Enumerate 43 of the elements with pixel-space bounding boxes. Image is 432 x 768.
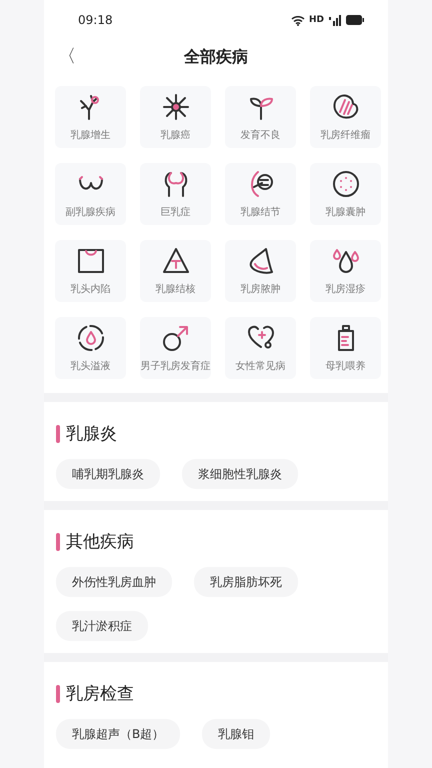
topic-chip[interactable]: 乳汁淤积症 xyxy=(56,611,148,641)
disease-tile[interactable]: 乳房脓肿 xyxy=(225,240,296,302)
drop-ring-icon xyxy=(76,323,106,353)
wifi-icon xyxy=(290,14,305,26)
status-time: 09:18 xyxy=(78,13,113,27)
section-title: 乳房检查 xyxy=(66,683,134,705)
disease-tile[interactable]: 乳头内陷 xyxy=(55,240,126,302)
section-title: 乳腺炎 xyxy=(66,423,117,445)
page-title: 全部疾病 xyxy=(184,46,248,68)
topic-chip[interactable]: 乳腺钼 xyxy=(202,719,270,749)
disease-tile[interactable]: 乳腺癌 xyxy=(140,86,211,148)
drops-icon xyxy=(330,246,360,276)
disease-tile[interactable]: 男子乳房发育症 xyxy=(140,317,211,379)
disease-tile[interactable]: 女性常见病 xyxy=(225,317,296,379)
disease-tile[interactable]: 乳腺结核 xyxy=(140,240,211,302)
topic-chip[interactable]: 乳腺超声（B超） xyxy=(56,719,180,749)
frame-icon xyxy=(76,246,106,276)
accent-bar xyxy=(56,684,60,702)
disease-tile[interactable]: 乳腺囊肿 xyxy=(310,163,381,225)
disease-tile[interactable]: 乳腺增生 xyxy=(55,86,126,148)
network-label: HD xyxy=(308,15,324,25)
cyst-icon xyxy=(330,169,360,199)
disease-tile[interactable]: 副乳腺疾病 xyxy=(55,163,126,225)
disease-tile[interactable]: 乳房湿疹 xyxy=(310,240,381,302)
disease-tile[interactable]: 乳头溢液 xyxy=(55,317,126,379)
accent-bar xyxy=(56,424,60,442)
topic-chip[interactable]: 浆细胞性乳腺炎 xyxy=(182,459,298,489)
topic-chip[interactable]: 外伤性乳房血肿 xyxy=(56,567,172,597)
male-symbol-icon xyxy=(160,323,190,353)
cell-cluster-icon xyxy=(160,92,190,122)
section-title: 其他疾病 xyxy=(66,531,134,553)
topic-chip[interactable]: 乳房脂肪坏死 xyxy=(194,567,298,597)
disease-tile[interactable]: 巨乳症 xyxy=(140,163,211,225)
battery-icon xyxy=(346,15,364,25)
triangle-icon xyxy=(160,246,190,276)
back-button[interactable]: 〈 xyxy=(58,44,76,68)
disease-tile[interactable]: 乳腺结节 xyxy=(225,163,296,225)
accent-bar xyxy=(56,532,60,550)
topic-chip[interactable]: 哺乳期乳腺炎 xyxy=(56,459,160,489)
signal-icon xyxy=(328,14,342,26)
disease-tile[interactable]: 母乳喂养 xyxy=(310,317,381,379)
disease-tile[interactable]: 发育不良 xyxy=(225,86,296,148)
disease-tile[interactable]: 乳房纤维瘤 xyxy=(310,86,381,148)
